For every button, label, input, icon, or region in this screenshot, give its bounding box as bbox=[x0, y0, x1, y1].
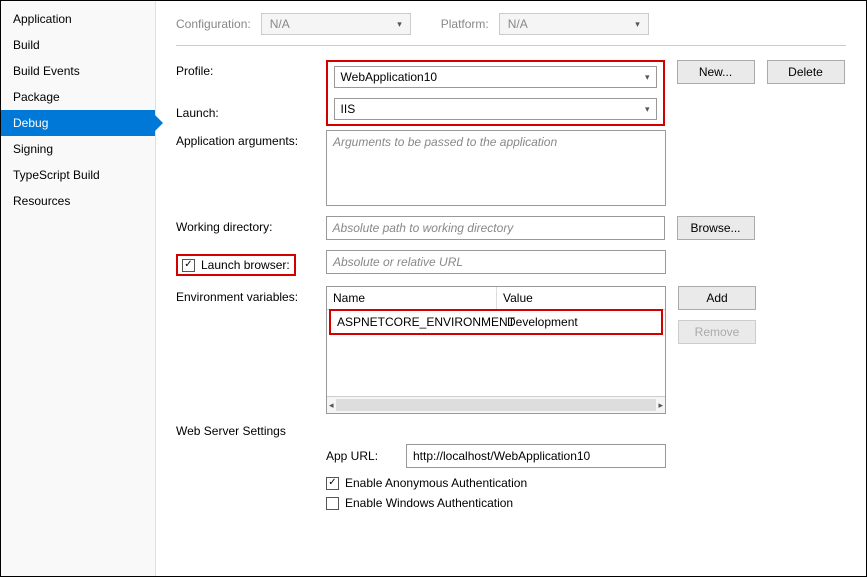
launch-dropdown[interactable]: IIS▾ bbox=[334, 98, 657, 120]
highlight-launch-browser: ✓ Launch browser: bbox=[176, 254, 296, 276]
scroll-left-icon[interactable]: ◂ bbox=[329, 400, 334, 411]
sidebar-item-package[interactable]: Package bbox=[1, 84, 155, 110]
highlight-profile-launch: WebApplication10▾ IIS▾ bbox=[326, 60, 665, 126]
chevron-down-icon: ▾ bbox=[635, 19, 640, 30]
sidebar-item-debug[interactable]: Debug bbox=[1, 110, 155, 136]
delete-button[interactable]: Delete bbox=[767, 60, 845, 84]
chevron-down-icon: ▾ bbox=[397, 19, 402, 30]
launch-browser-checkbox[interactable]: ✓ bbox=[182, 259, 195, 272]
sidebar-item-signing[interactable]: Signing bbox=[1, 136, 155, 162]
profile-label: Profile: bbox=[176, 60, 326, 78]
sidebar: Application Build Build Events Package D… bbox=[1, 1, 156, 576]
env-header-value: Value bbox=[497, 287, 665, 309]
enable-anonymous-checkbox[interactable]: ✓ bbox=[326, 477, 339, 490]
profile-dropdown[interactable]: WebApplication10▾ bbox=[334, 66, 657, 88]
web-server-settings-header: Web Server Settings bbox=[176, 424, 846, 438]
launch-label: Launch: bbox=[176, 106, 326, 120]
platform-dropdown: N/A▾ bbox=[499, 13, 649, 35]
sidebar-item-build-events[interactable]: Build Events bbox=[1, 58, 155, 84]
config-row: Configuration: N/A▾ Platform: N/A▾ bbox=[176, 13, 846, 35]
sidebar-item-typescript-build[interactable]: TypeScript Build bbox=[1, 162, 155, 188]
enable-windows-label: Enable Windows Authentication bbox=[345, 496, 513, 510]
launch-browser-input[interactable]: Absolute or relative URL bbox=[326, 250, 666, 274]
sidebar-item-application[interactable]: Application bbox=[1, 6, 155, 32]
env-table-header: Name Value bbox=[327, 287, 665, 310]
enable-anonymous-label: Enable Anonymous Authentication bbox=[345, 476, 527, 490]
add-button[interactable]: Add bbox=[678, 286, 756, 310]
chevron-down-icon: ▾ bbox=[645, 104, 650, 115]
launch-browser-label: Launch browser: bbox=[201, 258, 290, 272]
remove-button: Remove bbox=[678, 320, 756, 344]
env-vars-label: Environment variables: bbox=[176, 286, 326, 304]
sidebar-item-resources[interactable]: Resources bbox=[1, 188, 155, 214]
env-scrollbar[interactable]: ◂ ▸ bbox=[327, 396, 665, 413]
scroll-right-icon[interactable]: ▸ bbox=[658, 400, 663, 411]
env-table-row[interactable]: ASPNETCORE_ENVIRONMENT Development bbox=[331, 311, 661, 333]
sidebar-item-build[interactable]: Build bbox=[1, 32, 155, 58]
app-args-input[interactable]: Arguments to be passed to the applicatio… bbox=[326, 130, 666, 206]
app-url-input[interactable]: http://localhost/WebApplication10 bbox=[406, 444, 666, 468]
working-dir-label: Working directory: bbox=[176, 216, 326, 234]
browse-button[interactable]: Browse... bbox=[677, 216, 755, 240]
env-vars-table[interactable]: Name Value ASPNETCORE_ENVIRONMENT Develo… bbox=[326, 286, 666, 414]
chevron-down-icon: ▾ bbox=[645, 72, 650, 83]
new-button[interactable]: New... bbox=[677, 60, 755, 84]
env-header-name: Name bbox=[327, 287, 497, 309]
app-url-label: App URL: bbox=[326, 449, 406, 463]
highlight-env-row: ASPNETCORE_ENVIRONMENT Development bbox=[329, 309, 663, 335]
configuration-dropdown: N/A▾ bbox=[261, 13, 411, 35]
working-dir-input[interactable]: Absolute path to working directory bbox=[326, 216, 665, 240]
configuration-label: Configuration: bbox=[176, 17, 251, 31]
enable-windows-checkbox[interactable] bbox=[326, 497, 339, 510]
main-panel: Configuration: N/A▾ Platform: N/A▾ Profi… bbox=[156, 1, 866, 576]
divider bbox=[176, 45, 846, 46]
platform-label: Platform: bbox=[441, 17, 489, 31]
app-args-label: Application arguments: bbox=[176, 130, 326, 148]
